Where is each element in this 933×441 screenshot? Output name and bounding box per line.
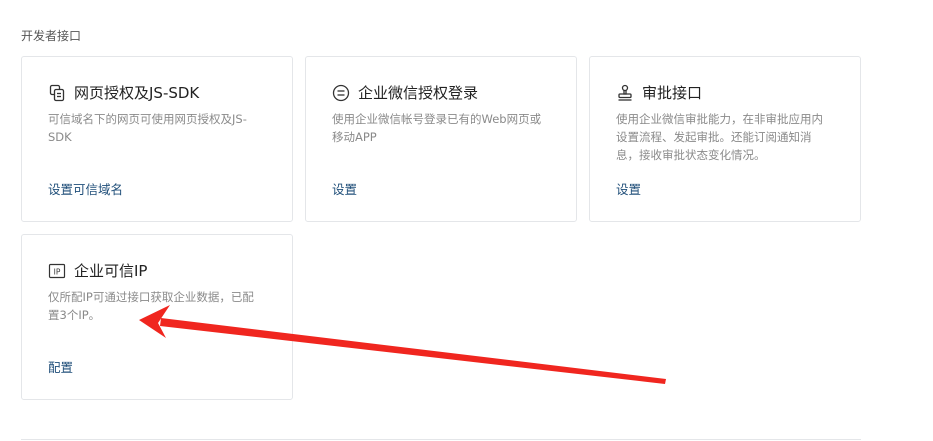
web-auth-icon — [48, 84, 66, 102]
stamp-icon — [616, 84, 634, 102]
card-header: IP 企业可信IP — [48, 260, 147, 282]
trusted-ip-configure-link[interactable]: 配置 — [48, 359, 73, 377]
card-description-line: 设置流程、发起审批。还能订阅通知消 — [616, 130, 812, 144]
card-wechat-login: 企业微信授权登录 使用企业微信帐号登录已有的Web网页或 移动APP 设置 — [305, 56, 577, 222]
ip-icon: IP — [48, 262, 66, 280]
card-title: 网页授权及JS-SDK — [74, 84, 200, 102]
bottom-divider — [21, 439, 861, 440]
card-title: 审批接口 — [642, 84, 703, 102]
card-title: 企业可信IP — [74, 262, 148, 280]
card-description-line: 置3个IP。 — [48, 308, 101, 322]
card-title: 企业微信授权登录 — [358, 84, 479, 102]
wechat-login-icon — [332, 84, 350, 102]
card-description-line: 使用企业微信帐号登录已有的Web网页或 — [332, 112, 542, 126]
section-title: 开发者接口 — [21, 29, 82, 43]
card-web-auth-jssdk: 网页授权及JS-SDK 可信域名下的网页可使用网页授权及JS- SDK 设置可信… — [21, 56, 293, 222]
card-trusted-ip: IP 企业可信IP 仅所配IP可通过接口获取企业数据，已配 置3个IP。 配置 — [21, 234, 293, 400]
svg-text:IP: IP — [54, 267, 61, 276]
card-header: 企业微信授权登录 — [332, 82, 478, 104]
card-description-line: 使用企业微信审批能力，在非审批应用内 — [616, 112, 823, 126]
card-description-line: 息，接收审批状态变化情况。 — [616, 148, 766, 162]
card-description: 可信域名下的网页可使用网页授权及JS- SDK — [48, 110, 247, 146]
set-trusted-domain-link[interactable]: 设置可信域名 — [48, 181, 123, 199]
card-description-line: 移动APP — [332, 130, 377, 144]
card-description: 仅所配IP可通过接口获取企业数据，已配 置3个IP。 — [48, 288, 254, 324]
card-approval-api: 审批接口 使用企业微信审批能力，在非审批应用内 设置流程、发起审批。还能订阅通知… — [589, 56, 861, 222]
card-header: 审批接口 — [616, 82, 702, 104]
card-description: 使用企业微信审批能力，在非审批应用内 设置流程、发起审批。还能订阅通知消 息，接… — [616, 110, 823, 164]
card-description-line: SDK — [48, 130, 72, 144]
card-header: 网页授权及JS-SDK — [48, 82, 199, 104]
approval-settings-link[interactable]: 设置 — [616, 181, 641, 199]
card-description-line: 可信域名下的网页可使用网页授权及JS- — [48, 112, 247, 126]
card-description: 使用企业微信帐号登录已有的Web网页或 移动APP — [332, 110, 541, 146]
card-description-line: 仅所配IP可通过接口获取企业数据，已配 — [48, 290, 254, 304]
wechat-login-settings-link[interactable]: 设置 — [332, 181, 357, 199]
